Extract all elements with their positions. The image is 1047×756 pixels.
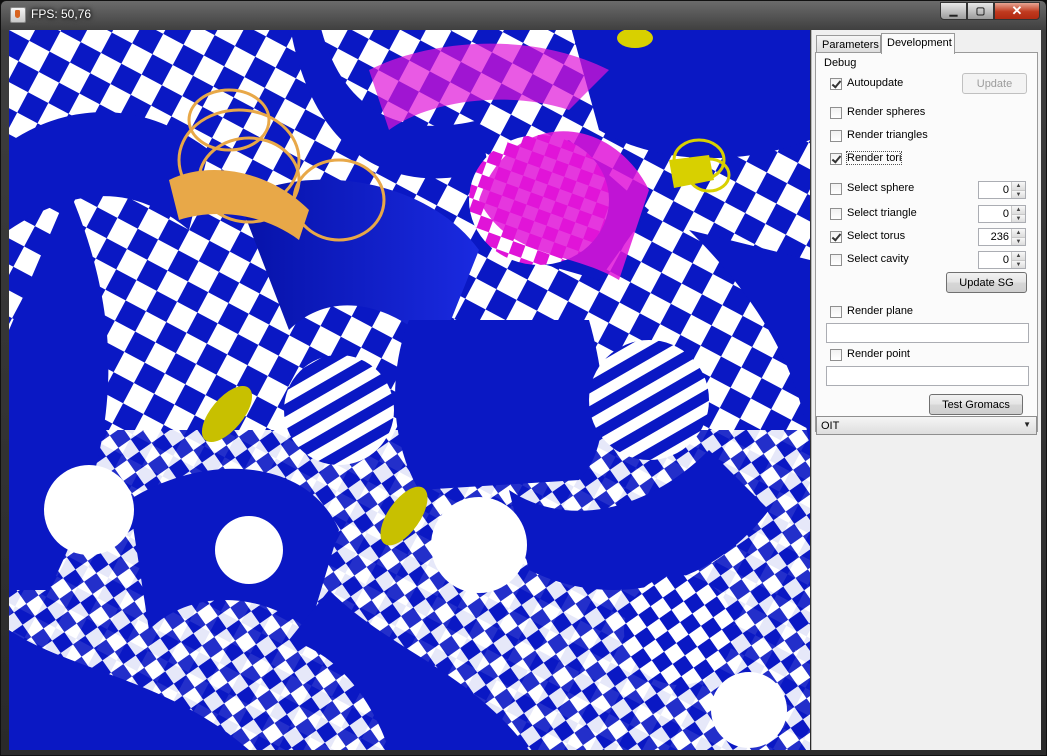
select-cavity-value: 0 xyxy=(1002,254,1009,266)
select-triangle-spinner[interactable]: 0 ▲ ▼ xyxy=(978,205,1026,223)
update-button[interactable]: Update xyxy=(962,73,1027,94)
render-point-field[interactable] xyxy=(826,366,1029,386)
select-triangle-checkbox[interactable] xyxy=(830,208,842,220)
render-mode-select[interactable]: OIT ▼ xyxy=(816,416,1037,435)
select-torus-value: 236 xyxy=(990,231,1009,243)
spin-up-icon[interactable]: ▲ xyxy=(1011,229,1025,237)
chevron-down-icon: ▼ xyxy=(1023,420,1031,429)
render-point-checkbox[interactable] xyxy=(830,349,842,361)
spin-down-icon[interactable]: ▼ xyxy=(1011,190,1025,198)
debug-group-label: Debug xyxy=(824,57,857,69)
select-torus-checkbox[interactable] xyxy=(830,231,842,243)
spin-down-icon[interactable]: ▼ xyxy=(1011,214,1025,222)
select-sphere-value: 0 xyxy=(1002,184,1009,196)
select-sphere-label: Select sphere xyxy=(847,182,915,194)
title-bar[interactable]: FPS: 50,76 ▁ ▢ ✕ xyxy=(1,1,1046,29)
render-tori-checkbox[interactable] xyxy=(830,153,842,165)
render-plane-label: Render plane xyxy=(847,305,914,317)
minimize-button[interactable]: ▁ xyxy=(940,2,967,20)
render-spheres-label: Render spheres xyxy=(847,106,926,118)
render-viewport[interactable] xyxy=(9,30,810,750)
select-cavity-checkbox[interactable] xyxy=(830,254,842,266)
spin-up-icon[interactable]: ▲ xyxy=(1011,206,1025,214)
render-tori-label: Render tori xyxy=(845,151,903,165)
java-cup-icon xyxy=(10,7,26,23)
test-gromacs-button[interactable]: Test Gromacs xyxy=(929,394,1023,415)
app-window: FPS: 50,76 ▁ ▢ ✕ Parameters Development … xyxy=(0,0,1047,756)
development-tab-page: Debug Autoupdate Update Render spheres R… xyxy=(815,52,1038,432)
render-point-label: Render point xyxy=(847,348,910,360)
spin-up-icon[interactable]: ▲ xyxy=(1011,252,1025,260)
tab-development[interactable]: Development xyxy=(881,33,955,54)
select-triangle-value: 0 xyxy=(1002,208,1009,220)
select-sphere-spinner[interactable]: 0 ▲ ▼ xyxy=(978,181,1026,199)
spin-down-icon[interactable]: ▼ xyxy=(1011,237,1025,245)
render-triangles-label: Render triangles xyxy=(847,129,928,141)
window-controls: ▁ ▢ ✕ xyxy=(940,2,1040,20)
select-cavity-spinner[interactable]: 0 ▲ ▼ xyxy=(978,251,1026,269)
select-cavity-label: Select cavity xyxy=(847,253,909,265)
window-title: FPS: 50,76 xyxy=(31,7,92,21)
render-plane-field[interactable] xyxy=(826,323,1029,343)
select-torus-spinner[interactable]: 236 ▲ ▼ xyxy=(978,228,1026,246)
render-plane-checkbox[interactable] xyxy=(830,306,842,318)
tab-parameters[interactable]: Parameters xyxy=(816,35,881,53)
render-spheres-checkbox[interactable] xyxy=(830,107,842,119)
select-torus-label: Select torus xyxy=(847,230,906,242)
select-sphere-checkbox[interactable] xyxy=(830,183,842,195)
autoupdate-checkbox[interactable] xyxy=(830,78,842,90)
close-button[interactable]: ✕ xyxy=(994,2,1040,20)
render-mode-value: OIT xyxy=(821,420,840,432)
update-sg-button[interactable]: Update SG xyxy=(946,272,1027,293)
select-triangle-label: Select triangle xyxy=(847,207,917,219)
spin-down-icon[interactable]: ▼ xyxy=(1011,260,1025,268)
maximize-button[interactable]: ▢ xyxy=(967,2,994,20)
autoupdate-label: Autoupdate xyxy=(847,77,904,89)
render-triangles-checkbox[interactable] xyxy=(830,130,842,142)
spin-up-icon[interactable]: ▲ xyxy=(1011,182,1025,190)
control-panel: Parameters Development Debug Autoupdate … xyxy=(811,30,1041,750)
molecular-surface-render xyxy=(9,30,810,750)
